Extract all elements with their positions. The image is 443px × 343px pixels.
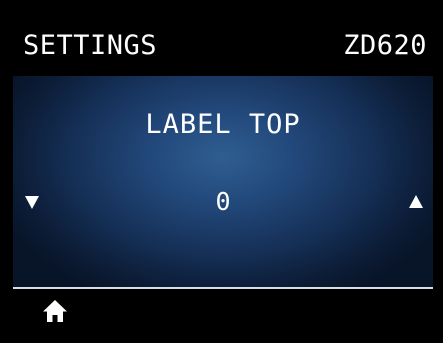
triangle-up-icon xyxy=(409,195,423,208)
page-title: SETTINGS xyxy=(23,30,158,61)
printer-model: ZD620 xyxy=(343,30,427,61)
increase-button[interactable] xyxy=(399,184,433,220)
home-icon xyxy=(43,300,67,322)
footer-bar xyxy=(13,289,433,330)
setting-value: 0 xyxy=(215,187,231,216)
printer-display: SETTINGS ZD620 LABEL TOP 0 xyxy=(0,0,443,343)
screen: SETTINGS ZD620 LABEL TOP 0 xyxy=(13,16,433,330)
home-button[interactable] xyxy=(35,295,75,327)
value-row: 0 xyxy=(13,184,433,220)
header-bar: SETTINGS ZD620 xyxy=(13,16,433,76)
setting-name: LABEL TOP xyxy=(145,109,301,140)
